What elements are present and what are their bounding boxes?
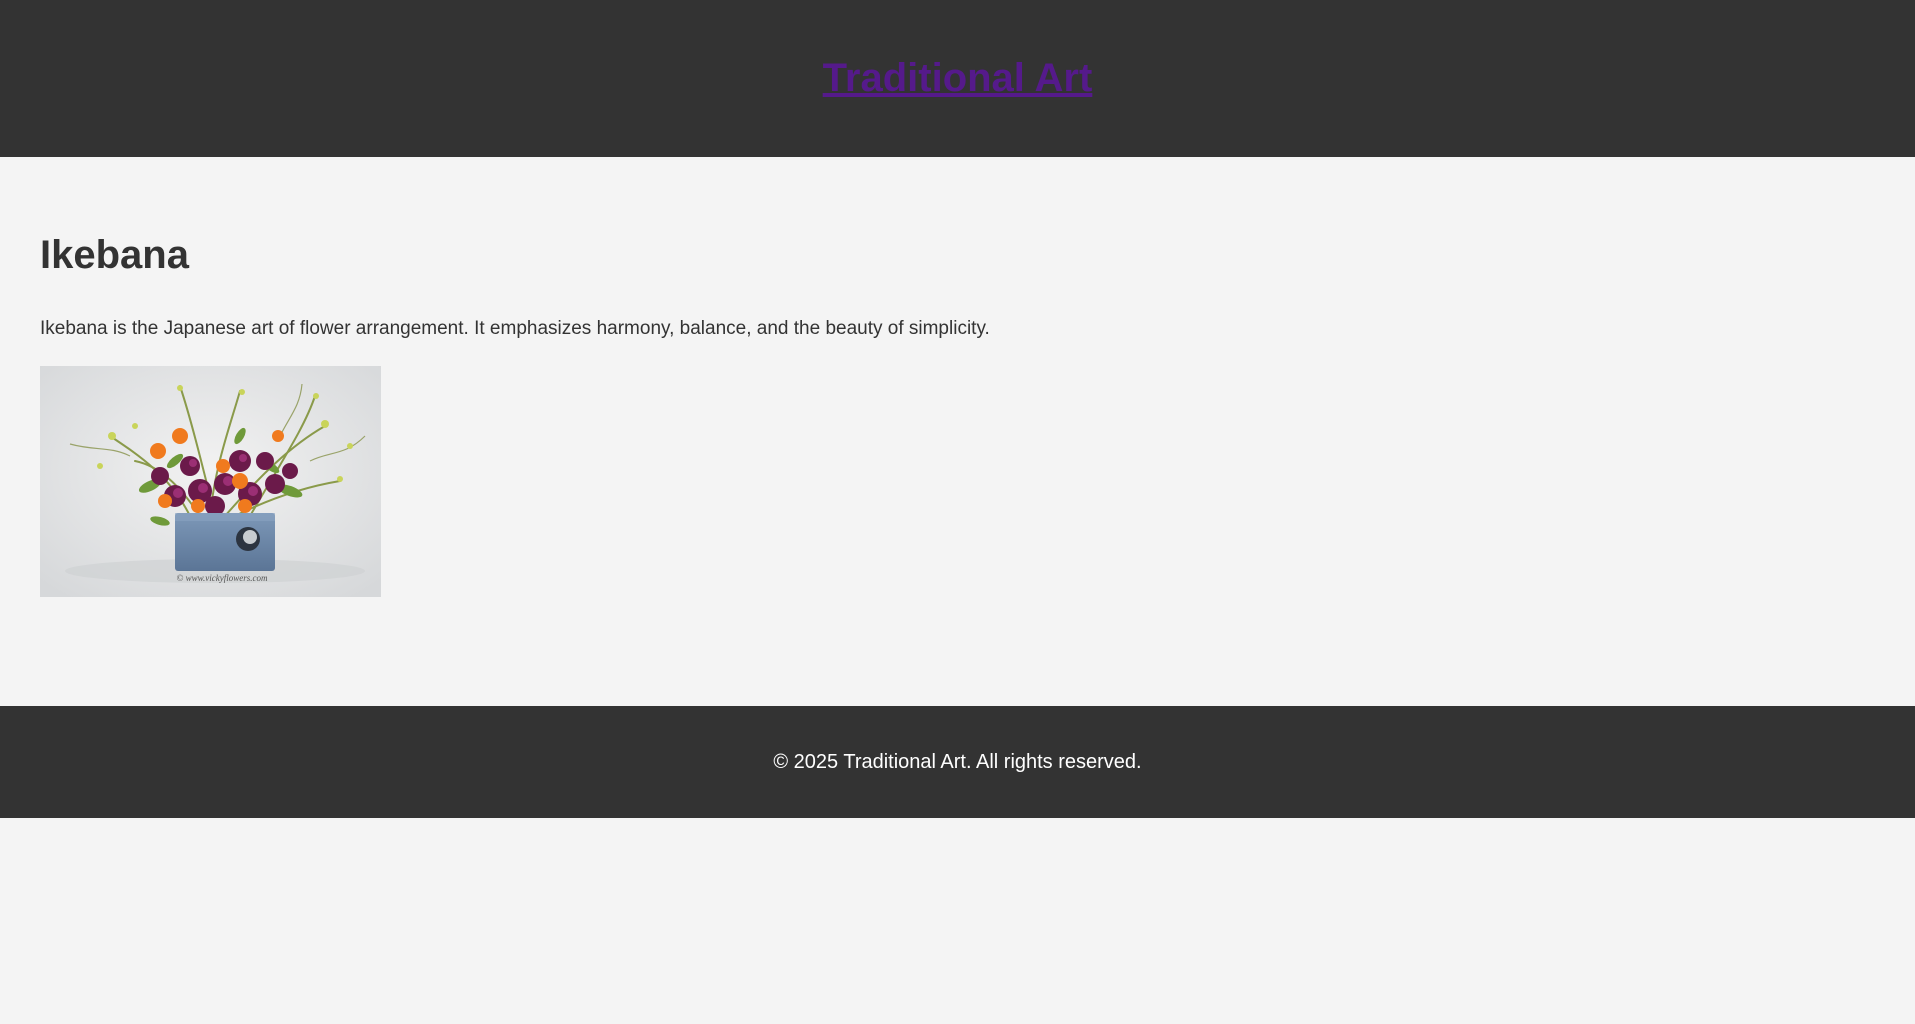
main-content: Ikebana Ikebana is the Japanese art of f…: [0, 157, 1915, 706]
site-title-link[interactable]: Traditional Art: [823, 56, 1093, 100]
image-watermark: © www.vickyflowers.com: [177, 573, 268, 583]
site-title: Traditional Art: [823, 54, 1093, 102]
article-heading: Ikebana: [40, 233, 189, 277]
copyright-text: © 2025 Traditional Art. All rights reser…: [773, 751, 1142, 773]
article-description: Ikebana is the Japanese art of flower ar…: [40, 318, 990, 339]
site-header: Traditional Art: [0, 0, 1915, 157]
site-footer: © 2025 Traditional Art. All rights reser…: [0, 706, 1915, 818]
ikebana-image: © www.vickyflowers.com: [40, 366, 381, 597]
